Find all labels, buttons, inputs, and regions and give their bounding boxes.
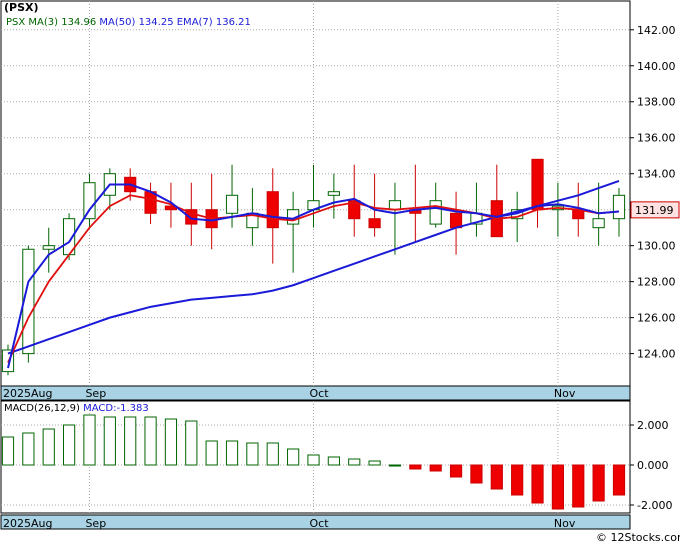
macd-bar [348, 458, 361, 466]
macd-x-tick-label: Sep [85, 517, 106, 530]
candle-body [449, 212, 463, 229]
price-x-tick-label: Oct [310, 387, 330, 400]
macd-bar [429, 464, 442, 472]
macd-bar [511, 464, 524, 496]
macd-title: MACD(26,12,9) [4, 403, 83, 414]
last-price-label: 131.99 [635, 204, 674, 217]
legend-item: PSX MA(3) 134.96 [6, 17, 96, 28]
macd-x-tick-label: Nov [554, 517, 576, 530]
macd-bar [531, 464, 544, 504]
macd-bar [287, 448, 300, 466]
macd-bar [83, 414, 96, 466]
macd-y-tick-label: 0.000 [637, 459, 669, 472]
macd-legend: MACD(26,12,9) MACD:-1.383 [4, 403, 149, 414]
macd-bar [103, 416, 116, 466]
macd-bar [409, 464, 422, 470]
candle-body [42, 245, 55, 250]
macd-value: MACD:-1.383 [83, 403, 149, 414]
macd-bar [368, 460, 381, 466]
legend-item: MA(50) 134.25 [96, 17, 173, 28]
macd-bar [205, 440, 218, 466]
macd-bar [22, 432, 35, 466]
price-y-tick-label: 140.00 [637, 60, 676, 73]
macd-bar [572, 464, 585, 508]
macd-x-tick-label: 2025Aug [3, 517, 52, 530]
candle-body [388, 200, 402, 211]
macd-bar [246, 442, 259, 466]
macd-bar [612, 464, 626, 496]
macd-bar [185, 420, 198, 466]
price-x-tick-label: Sep [85, 387, 106, 400]
macd-bar [470, 464, 483, 484]
price-y-tick-label: 136.00 [637, 132, 676, 145]
stock-chart: 2025Aug 2025Aug Sep Sep Oct Oct Nov Nov 142.00 14… [0, 0, 680, 544]
macd-bar [551, 464, 565, 510]
macd-bar [1, 436, 15, 466]
price-y-tick-label: 124.00 [637, 348, 676, 361]
macd-y-tick-label: -2.000 [637, 499, 672, 512]
price-x-tick-label: Nov [554, 387, 576, 400]
price-y-tick-label: 128.00 [637, 276, 676, 289]
legend-item: EMA(7) 136.21 [174, 17, 251, 28]
price-y-tick-label: 126.00 [637, 312, 676, 325]
macd-bar [490, 464, 503, 490]
macd-x-tick-label: Oct [310, 517, 330, 530]
macd-y-tick-label: 2.000 [637, 419, 669, 432]
candle-body [612, 194, 626, 220]
candle-body [225, 194, 239, 214]
candle-body [266, 191, 279, 229]
candle-body [144, 191, 157, 214]
macd-bar [225, 440, 239, 466]
macd-bar [449, 464, 463, 478]
candle-body [531, 158, 544, 211]
watermark: © 12Stocks.com [596, 531, 680, 544]
candle-body [429, 200, 442, 225]
price-y-tick-label: 138.00 [637, 96, 676, 109]
candle-body [368, 218, 381, 229]
macd-bar [144, 416, 157, 466]
macd-bar [42, 428, 55, 466]
macd-bar [62, 424, 76, 466]
macd-bar [592, 464, 605, 502]
macd-bar [266, 442, 279, 466]
macd-bar [307, 454, 320, 466]
price-x-tick-label: 2025Aug [3, 387, 52, 400]
candle-body [592, 218, 605, 229]
macd-bar [164, 418, 178, 466]
price-legend: PSX MA(3) 134.96 MA(50) 134.25 EMA(7) 13… [6, 17, 251, 28]
price-y-tick-label: 142.00 [637, 24, 676, 37]
macd-bar [388, 464, 402, 467]
macd-bar [124, 416, 137, 466]
price-y-tick-label: 134.00 [637, 168, 676, 181]
price-y-tick-label: 130.00 [637, 240, 676, 253]
macd-bar [327, 456, 340, 466]
candle-body [83, 182, 96, 220]
chart-title: (PSX) [4, 1, 39, 14]
candle-body [327, 191, 340, 196]
